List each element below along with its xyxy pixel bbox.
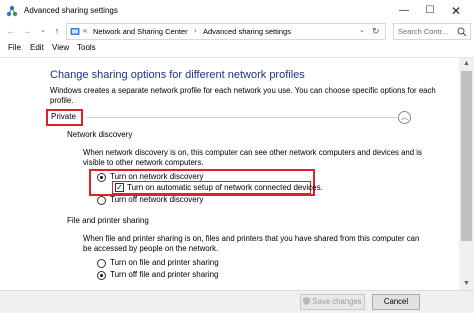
radio-turn-on-file-printer-sharing[interactable]: [97, 259, 106, 268]
window-title: Advanced sharing settings: [24, 6, 118, 15]
file-printer-sharing-description: When file and printer sharing is on, fil…: [83, 234, 420, 253]
label-turn-on-file-printer-sharing[interactable]: Turn on file and printer sharing: [110, 258, 219, 267]
minimize-button[interactable]: —: [392, 0, 416, 22]
save-changes-button[interactable]: Save changes: [300, 294, 365, 310]
search-input[interactable]: Search Contr...: [398, 27, 448, 36]
breadcrumb-separator[interactable]: ›: [194, 26, 197, 35]
breadcrumb-advanced-sharing-settings[interactable]: Advanced sharing settings: [203, 27, 291, 36]
network-discovery-description: When network discovery is on, this compu…: [83, 148, 422, 167]
breadcrumb-network-sharing-center[interactable]: Network and Sharing Center: [93, 27, 188, 36]
label-turn-off-file-printer-sharing[interactable]: Turn off file and printer sharing: [110, 270, 219, 279]
recent-locations-button[interactable]: ⌄: [36, 24, 50, 38]
scroll-down-arrow[interactable]: ▼: [459, 278, 474, 290]
refresh-icon[interactable]: ↻: [372, 26, 380, 37]
checkbox-automatic-setup[interactable]: ✓: [115, 183, 124, 192]
menu-file[interactable]: File: [8, 43, 21, 52]
label-automatic-setup[interactable]: Turn on automatic setup of network conne…: [127, 183, 323, 192]
label-turn-on-network-discovery[interactable]: Turn on network discovery: [110, 172, 204, 181]
menu-bar: File Edit View Tools: [0, 41, 474, 55]
network-discovery-heading: Network discovery: [67, 130, 133, 139]
search-icon: [457, 27, 467, 37]
navigation-bar: ← → ⌄ ↑ « Network and Sharing Center › A…: [0, 22, 474, 40]
profile-name-private[interactable]: Private: [51, 112, 76, 121]
address-bar[interactable]: « Network and Sharing Center › Advanced …: [66, 23, 386, 40]
uac-shield-icon: [303, 297, 311, 305]
collapse-chevron-icon[interactable]: ︿: [398, 111, 411, 124]
radio-turn-on-network-discovery[interactable]: [97, 173, 106, 182]
back-button[interactable]: ←: [4, 24, 18, 38]
menu-edit[interactable]: Edit: [30, 43, 44, 52]
footer-bar: Save changes Cancel: [0, 290, 474, 313]
radio-turn-off-network-discovery[interactable]: [97, 196, 106, 205]
save-changes-label: Save changes: [312, 297, 362, 306]
section-divider: [86, 117, 397, 118]
menu-tools[interactable]: Tools: [77, 43, 96, 52]
menu-view[interactable]: View: [52, 43, 69, 52]
control-panel-icon: [70, 28, 80, 35]
search-box[interactable]: Search Contr...: [393, 23, 471, 40]
page-description: Windows creates a separate network profi…: [50, 86, 436, 105]
cancel-button[interactable]: Cancel: [372, 294, 420, 310]
scrollbar-thumb[interactable]: [461, 71, 472, 241]
address-dropdown-icon[interactable]: ⌄: [359, 26, 365, 34]
scroll-up-arrow[interactable]: ▲: [459, 58, 474, 70]
network-sharing-icon: [6, 5, 18, 17]
up-button[interactable]: ↑: [50, 24, 64, 38]
file-printer-sharing-heading: File and printer sharing: [67, 216, 149, 225]
close-button[interactable]: ✕: [444, 0, 468, 22]
title-bar: Advanced sharing settings — ☐ ✕: [0, 0, 474, 22]
page-heading: Change sharing options for different net…: [50, 69, 305, 81]
label-turn-off-network-discovery[interactable]: Turn off network discovery: [110, 195, 203, 204]
radio-turn-off-file-printer-sharing[interactable]: [97, 271, 106, 280]
forward-button[interactable]: →: [20, 24, 34, 38]
maximize-button[interactable]: ☐: [418, 0, 442, 22]
breadcrumb-overflow[interactable]: «: [83, 26, 87, 35]
